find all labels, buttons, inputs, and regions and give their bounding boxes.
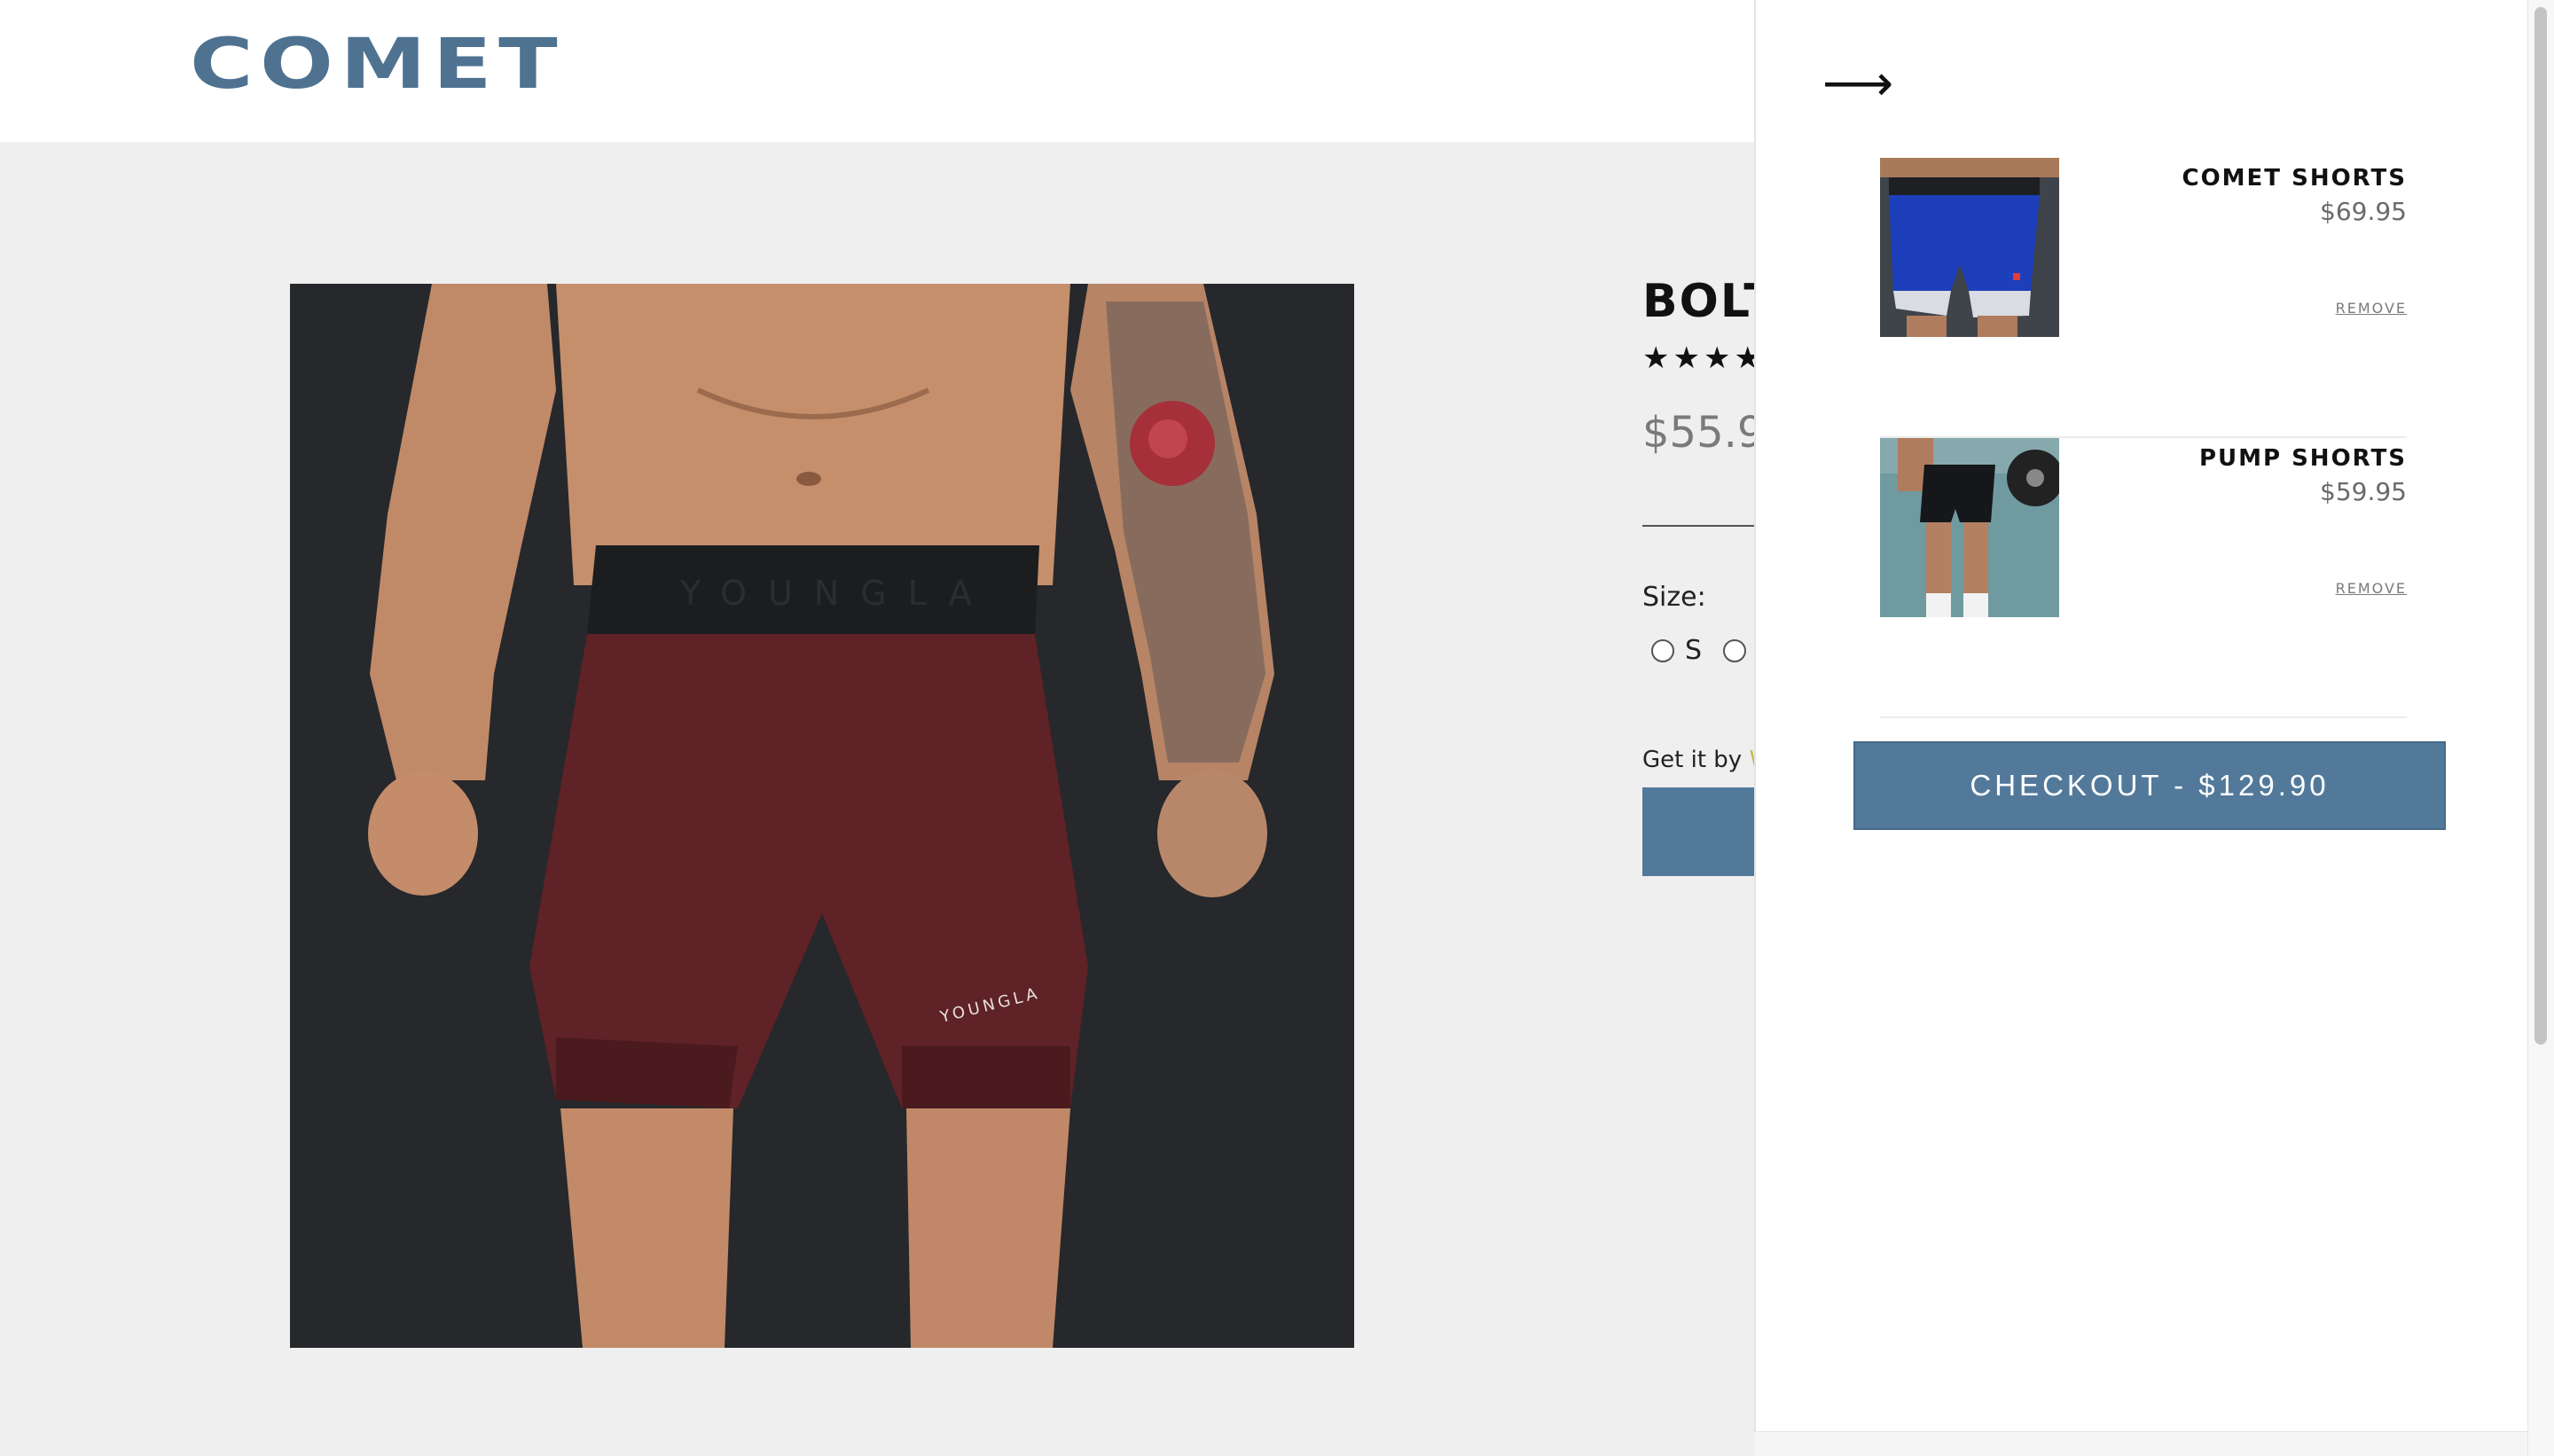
size-options: S: [1651, 635, 1757, 666]
product-price: $55.9: [1642, 408, 1765, 458]
cart-item-name[interactable]: PUMP SHORTS: [2199, 445, 2407, 472]
pump-shorts-image: [1880, 438, 2059, 617]
product-photo-illustration: YOUNGLA YOUNGLA: [290, 284, 1354, 1348]
remove-button[interactable]: REMOVE: [2336, 300, 2407, 317]
delivery-prefix: Get it by: [1642, 747, 1750, 773]
radio-button[interactable]: [1723, 638, 1747, 662]
comet-shorts-image: [1880, 158, 2059, 337]
scrollbar[interactable]: [2527, 0, 2554, 1456]
cart-item-price: $69.95: [2320, 197, 2407, 226]
delivery-estimate: Get it by W: [1642, 747, 1772, 773]
brand-logo[interactable]: COMET: [190, 30, 564, 99]
cart-item-price: $59.95: [2320, 477, 2407, 506]
waistband-text: YOUNGLA: [679, 574, 993, 613]
radio-button[interactable]: [1651, 638, 1674, 662]
drawer-footer-strip: [1754, 1431, 2527, 1456]
size-option-s[interactable]: S: [1651, 635, 1702, 666]
checkout-button[interactable]: CHECKOUT - $129.90: [1853, 741, 2446, 830]
cart-item-thumbnail[interactable]: [1880, 438, 2059, 617]
arrow-right-icon[interactable]: ⟶: [1822, 55, 1893, 113]
size-label: Size:: [1642, 582, 1706, 613]
cart-item-thumbnail[interactable]: [1880, 158, 2059, 337]
product-image: YOUNGLA YOUNGLA: [290, 284, 1354, 1348]
cart-item: PUMP SHORTS $59.95 REMOVE: [1880, 438, 2407, 718]
remove-button[interactable]: REMOVE: [2336, 580, 2407, 597]
cart-item-name[interactable]: COMET SHORTS: [2182, 165, 2407, 192]
cart-drawer: ⟶ COMET SHORTS $69.95 REMOVE PUMP SHORTS…: [1754, 0, 2527, 1456]
size-option-label: S: [1685, 635, 1703, 666]
cart-item: COMET SHORTS $69.95 REMOVE: [1880, 158, 2407, 438]
scrollbar-thumb[interactable]: [2534, 7, 2547, 1045]
size-option-2[interactable]: [1723, 638, 1757, 662]
